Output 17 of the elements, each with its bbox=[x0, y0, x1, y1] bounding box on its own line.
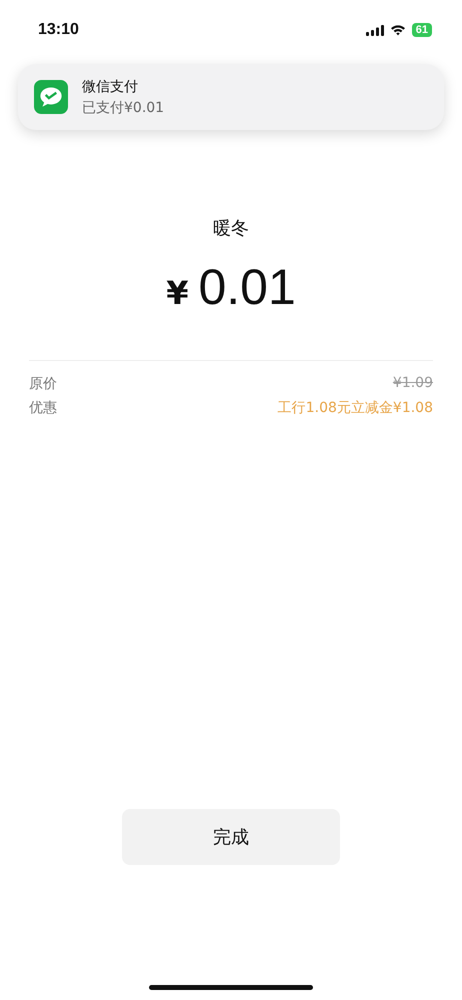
status-time: 13:10 bbox=[38, 21, 79, 39]
home-indicator[interactable] bbox=[149, 985, 313, 990]
done-button[interactable]: 完成 bbox=[122, 809, 340, 865]
currency-symbol: ¥ bbox=[166, 274, 188, 312]
battery-indicator: 61 bbox=[412, 23, 432, 37]
notification-body: 已支付¥0.01 bbox=[82, 98, 164, 116]
notification-title: 微信支付 bbox=[82, 78, 139, 96]
detail-label: 优惠 bbox=[29, 399, 57, 417]
wifi-icon bbox=[390, 24, 406, 36]
notification-banner[interactable]: 微信支付 已支付¥0.01 bbox=[18, 64, 444, 130]
detail-label: 原价 bbox=[29, 375, 57, 393]
signal-icon bbox=[366, 24, 384, 36]
detail-value: ¥1.09 bbox=[392, 375, 433, 393]
payment-amount: 0.01 bbox=[198, 258, 296, 316]
chat-bubble-icon bbox=[34, 80, 68, 114]
merchant-name: 暖冬 bbox=[212, 217, 250, 240]
detail-value: 工行1.08元立减金¥1.08 bbox=[278, 399, 433, 417]
